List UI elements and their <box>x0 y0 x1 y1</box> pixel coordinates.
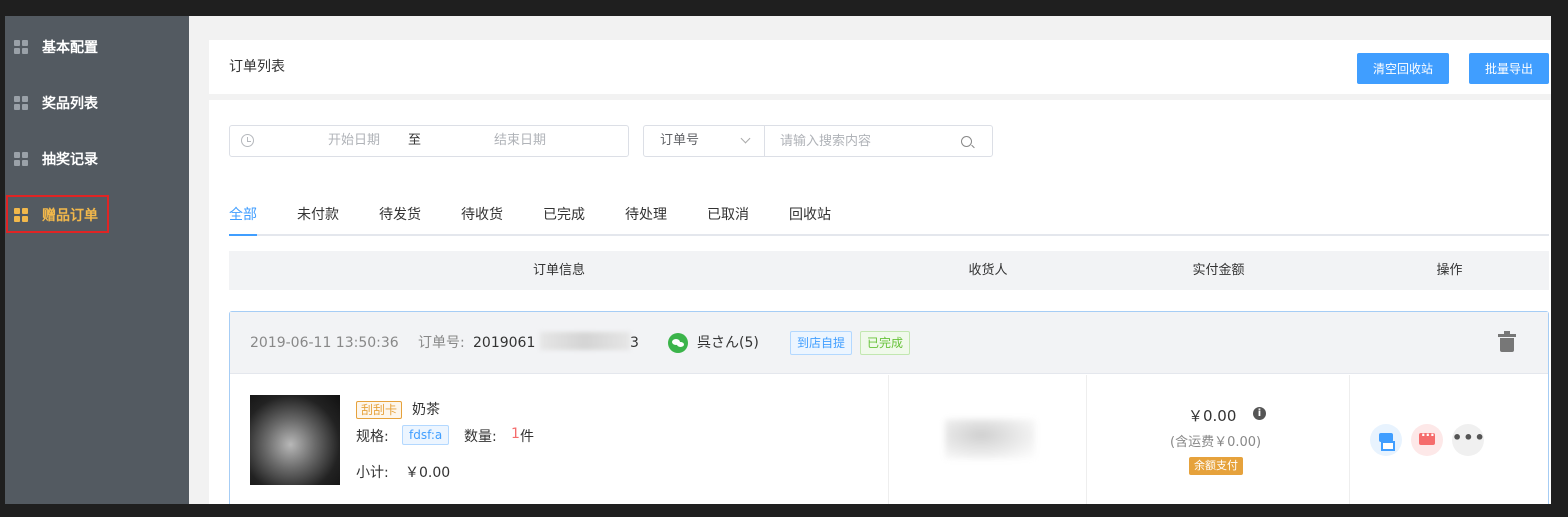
sidebar-item-label: 抽奖记录 <box>42 152 98 168</box>
info-icon[interactable]: i <box>1253 407 1266 420</box>
sidebar-item-label: 奖品列表 <box>42 96 98 112</box>
sidebar-item-draw-records[interactable]: 抽奖记录 <box>5 137 189 181</box>
column-divider <box>1349 375 1350 504</box>
order-time: 2019-06-11 13:50:36 <box>250 335 399 351</box>
tab-unpaid[interactable]: 未付款 <box>297 196 339 234</box>
highlight-box <box>6 195 109 233</box>
quantity-label: 数量: <box>464 429 497 445</box>
sidebar-item-prize-list[interactable]: 奖品列表 <box>5 81 189 125</box>
order-no-prefix: 2019061 <box>473 335 536 351</box>
pickup-badge: 到店自提 <box>790 331 853 355</box>
order-no-label: 订单号: <box>418 335 465 351</box>
subtotal-label: 小计: <box>356 465 389 481</box>
quantity-value: 1 <box>511 426 520 442</box>
column-paid-amount: 实付金额 <box>1192 263 1245 278</box>
search-box: 订单号 <box>643 125 993 157</box>
search-input[interactable] <box>766 126 956 156</box>
more-icon[interactable]: ••• <box>1452 424 1485 456</box>
shipping-fee: (含运费￥0.00) <box>1170 435 1262 450</box>
clear-recycle-bin-button[interactable]: 清空回收站 <box>1357 53 1449 84</box>
sidebar-item-basic-config[interactable]: 基本配置 <box>5 25 189 69</box>
grid-icon <box>14 152 28 166</box>
order-header: 2019-06-11 13:50:36 订单号: 2019061 3 呉さん(5… <box>230 312 1548 374</box>
order-no-suffix: 3 <box>630 335 639 351</box>
tab-pending[interactable]: 待处理 <box>625 196 667 234</box>
batch-export-button[interactable]: 批量导出 <box>1469 53 1549 84</box>
redacted-receiver <box>945 419 1035 459</box>
search-type-select[interactable]: 订单号 <box>644 126 765 156</box>
paid-amount: ￥0.00 <box>1188 407 1237 425</box>
page-title: 订单列表 <box>229 59 285 75</box>
search-icon[interactable] <box>961 136 972 147</box>
tab-recycle-bin[interactable]: 回收站 <box>789 196 831 234</box>
table-header: 订单信息 收货人 实付金额 操作 <box>229 251 1549 290</box>
content-panel: 开始日期 至 结束日期 订单号 全部 未付款 待发货 待收货 已完成 待处理 已… <box>209 100 1551 504</box>
subtotal-value: ￥0.00 <box>405 465 451 481</box>
spec-value: fdsf:a <box>402 425 450 445</box>
chevron-down-icon <box>740 133 751 144</box>
grid-icon <box>14 40 28 54</box>
wechat-icon <box>668 333 688 353</box>
page-header: 订单列表 清空回收站 批量导出 <box>209 40 1551 94</box>
search-type-value: 订单号 <box>660 133 700 148</box>
tab-to-ship[interactable]: 待发货 <box>379 196 421 234</box>
order-card: 2019-06-11 13:50:36 订单号: 2019061 3 呉さん(5… <box>229 311 1549 504</box>
end-date-input[interactable]: 结束日期 <box>470 126 570 156</box>
column-receiver: 收货人 <box>968 263 1008 278</box>
order-status-tabs: 全部 未付款 待发货 待收货 已完成 待处理 已取消 回收站 <box>229 196 1549 236</box>
message-icon[interactable] <box>1411 424 1443 456</box>
buyer-name: 呉さん(5) <box>697 335 759 351</box>
tab-all[interactable]: 全部 <box>229 196 257 236</box>
tab-to-receive[interactable]: 待收货 <box>461 196 503 234</box>
sidebar-item-gift-orders[interactable]: 赠品订单 <box>5 193 189 237</box>
product-thumbnail[interactable] <box>250 395 340 485</box>
tab-cancelled[interactable]: 已取消 <box>707 196 749 234</box>
sidebar: 基本配置 奖品列表 抽奖记录 赠品订单 <box>5 16 189 504</box>
print-icon[interactable] <box>1370 424 1402 456</box>
column-actions: 操作 <box>1436 263 1463 278</box>
column-divider <box>888 375 889 504</box>
quantity-unit: 件 <box>520 429 534 445</box>
scratch-card-tag: 刮刮卡 <box>356 401 403 419</box>
column-divider <box>1086 375 1087 504</box>
trash-icon[interactable] <box>1498 331 1518 354</box>
tab-completed[interactable]: 已完成 <box>543 196 585 234</box>
clock-icon <box>241 134 254 147</box>
grid-icon <box>14 96 28 110</box>
spec-label: 规格: <box>356 429 389 445</box>
redacted-order-no <box>540 332 630 350</box>
date-separator: 至 <box>408 133 422 148</box>
column-order-info: 订单信息 <box>532 263 585 278</box>
sidebar-item-label: 基本配置 <box>42 40 98 56</box>
date-range-picker[interactable]: 开始日期 至 结束日期 <box>229 125 629 157</box>
completed-badge: 已完成 <box>860 331 911 355</box>
order-body: 刮刮卡 奶茶 规格: fdsf:a 数量: 1 件 小计: ￥0.00 ￥0.0… <box>230 375 1548 504</box>
start-date-input[interactable]: 开始日期 <box>308 126 400 156</box>
product-name: 奶茶 <box>412 402 440 418</box>
payment-method-badge: 余额支付 <box>1189 457 1243 475</box>
main-area: 订单列表 清空回收站 批量导出 开始日期 至 结束日期 订单号 全部 未付款 待… <box>189 16 1551 504</box>
